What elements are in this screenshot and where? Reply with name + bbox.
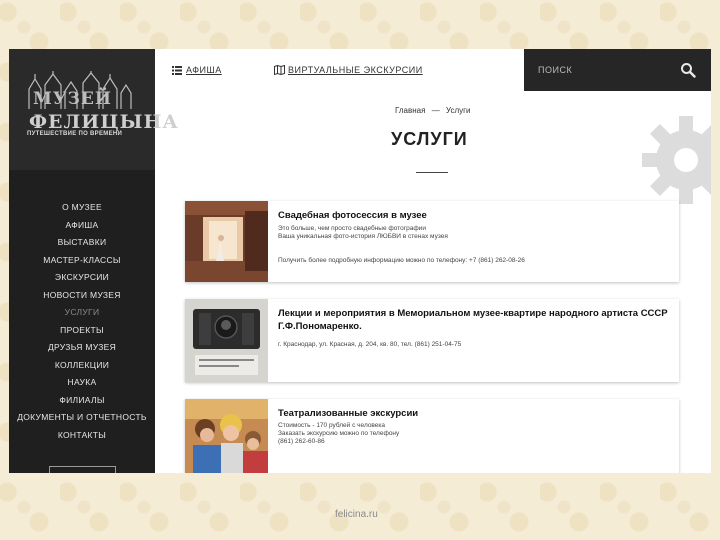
service-card-lectures[interactable]: Лекции и мероприятия в Мемориальном музе… <box>185 299 679 382</box>
sidebar-nav-item[interactable]: АФИША <box>9 217 155 235</box>
breadcrumb-current: Услуги <box>445 106 471 115</box>
logo-tagline: ПУТЕШЕСТВИЕ ПО ВРЕМЕНИ <box>27 131 123 137</box>
card-text: Это больше, чем просто свадебные фотогра… <box>278 225 426 232</box>
sidebar-bottom-button[interactable] <box>49 466 116 473</box>
logo-name-line2: ФЕЛИЦЫНА <box>29 111 179 133</box>
sidebar-nav-item[interactable]: УСЛУГИ <box>9 304 155 322</box>
page-title: УСЛУГИ <box>391 129 468 149</box>
card-text: Стоимость - 170 рублей с человека <box>278 422 386 429</box>
sidebar-nav-item[interactable]: ЭКСКУРСИИ <box>9 269 155 287</box>
card-title[interactable]: Театрализованные экскурсии <box>278 407 674 420</box>
sidebar: МУЗЕЙ ФЕЛИЦЫНА ПУТЕШЕСТВИЕ ПО ВРЕМЕНИ О … <box>9 49 178 473</box>
sidebar-nav-item[interactable]: ДРУЗЬЯ МУЗЕЯ <box>9 339 155 357</box>
map-icon <box>274 65 285 75</box>
search-icon[interactable] <box>680 62 696 78</box>
card-text: Получить более подробную информацию можн… <box>278 257 525 264</box>
breadcrumb: Главная — Услуги <box>395 106 471 115</box>
logo-area: МУЗЕЙ ФЕЛИЦЫНА ПУТЕШЕСТВИЕ ПО ВРЕМЕНИ <box>9 49 178 170</box>
children-costume-image <box>185 399 268 473</box>
main-nav: О МУЗЕЕ АФИША ВЫСТАВКИ МАСТЕР-КЛАССЫ ЭКСКУРС… <box>9 199 155 444</box>
gear-icon <box>642 116 711 204</box>
service-card-wedding[interactable]: Свадебная фотосессия в музее Это больше,… <box>185 201 679 282</box>
sidebar-nav-item[interactable]: МАСТЕР-КЛАССЫ <box>9 252 155 270</box>
breadcrumb-home[interactable]: Главная <box>395 106 425 115</box>
search-box <box>524 49 711 91</box>
sidebar-nav-item[interactable]: НАУКА <box>9 374 155 392</box>
sidebar-nav-item[interactable]: ФИЛИАЛЫ <box>9 392 155 410</box>
afisha-label: АФИША <box>186 65 222 75</box>
service-card-theatre-tours[interactable]: Театрализованные экскурсии Стоимость - 1… <box>185 399 679 473</box>
browser-screenshot: МУЗЕЙ ФЕЛИЦЫНА ПУТЕШЕСТВИЕ ПО ВРЕМЕНИ О … <box>9 49 711 473</box>
card-text: г. Краснодар, ул. Красная, д. 204, кв. 8… <box>278 341 462 348</box>
breadcrumb-separator: — <box>431 106 440 115</box>
card-text: Ваша уникальная фото-история ЛЮБВИ в сте… <box>278 233 448 240</box>
sidebar-nav-item[interactable]: КОНТАКТЫ <box>9 427 155 445</box>
sidebar-nav-item[interactable]: ПРОЕКТЫ <box>9 322 155 340</box>
footer-site-name: felicina.ru <box>335 509 378 520</box>
sidebar-nav-item[interactable]: ДОКУМЕНТЫ И ОТЧЕТНОСТЬ <box>9 409 155 427</box>
sidebar-nav-item[interactable]: О МУЗЕЕ <box>9 199 155 217</box>
topbar: АФИША ВИРТУАЛЬНЫЕ ЭКСКУРСИИ <box>155 49 711 91</box>
list-icon <box>172 66 182 75</box>
virtual-tours-label: ВИРТУАЛЬНЫЕ ЭКСКУРСИИ <box>288 65 423 75</box>
sidebar-nav-item[interactable]: КОЛЛЕКЦИИ <box>9 357 155 375</box>
title-divider <box>416 172 448 173</box>
card-text: (861) 262-60-86 <box>278 438 325 445</box>
logo-name-line1: МУЗЕЙ <box>33 89 112 109</box>
sidebar-nav-item[interactable]: ВЫСТАВКИ <box>9 234 155 252</box>
sidebar-nav-item[interactable]: НОВОСТИ МУЗЕЯ <box>9 287 155 305</box>
card-title[interactable]: Свадебная фотосессия в музее <box>278 209 674 222</box>
card-text: Заказать экскурсию можно по телефону <box>278 430 400 437</box>
card-title[interactable]: Лекции и мероприятия в Мемориальном музе… <box>278 307 674 333</box>
search-input[interactable] <box>538 62 658 78</box>
afisha-link[interactable]: АФИША <box>172 65 222 75</box>
memorial-plaque-image <box>185 299 268 382</box>
museum-logo[interactable]: МУЗЕЙ ФЕЛИЦЫНА ПУТЕШЕСТВИЕ ПО ВРЕМЕНИ <box>25 71 178 141</box>
wedding-photo-image <box>185 201 268 282</box>
virtual-tours-link[interactable]: ВИРТУАЛЬНЫЕ ЭКСКУРСИИ <box>274 65 423 75</box>
